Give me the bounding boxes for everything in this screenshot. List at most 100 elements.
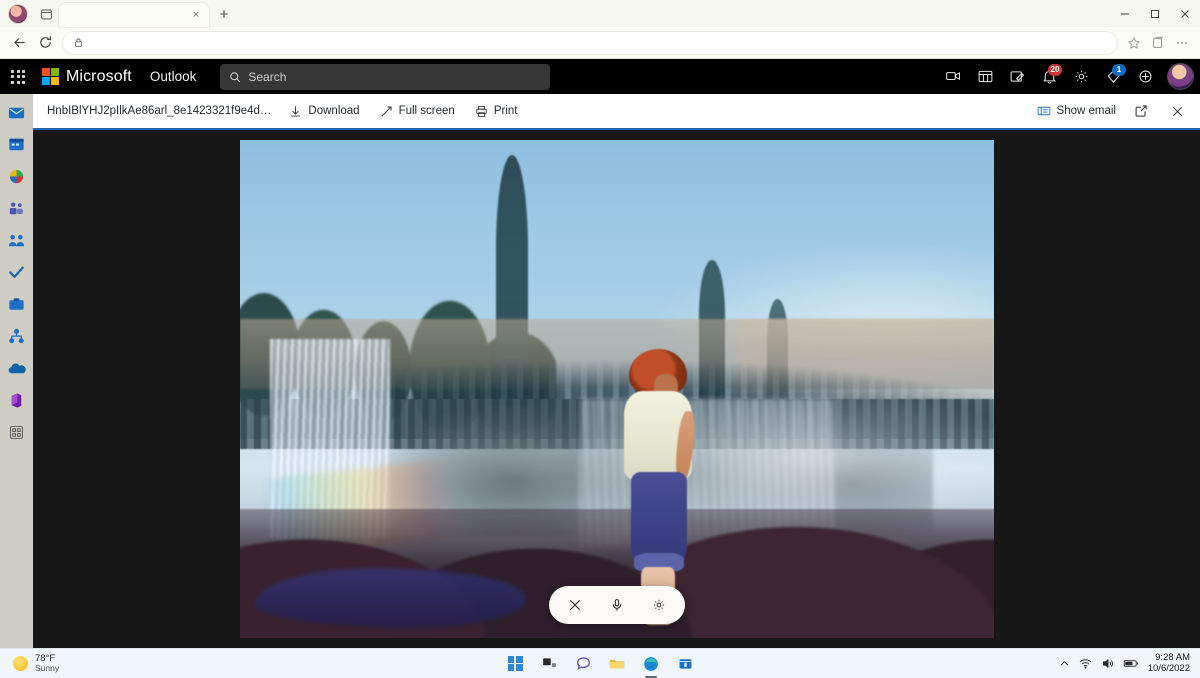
browser-profile-avatar[interactable] [8,4,28,24]
refresh-button[interactable] [32,30,58,56]
app-rail [0,94,33,648]
download-label: Download [308,105,360,117]
taskbar-system-tray: 9:28 AM 10/6/2022 [1059,652,1200,674]
collections-icon[interactable] [1146,30,1170,56]
close-button[interactable] [1170,0,1200,27]
browser-tab[interactable]: × [59,3,209,27]
download-button[interactable]: Download [289,105,360,118]
microphone-icon[interactable] [607,595,627,615]
attachment-photo[interactable] [239,140,994,638]
viewer-close-button[interactable] [1166,100,1188,122]
address-input[interactable] [62,30,1118,55]
browser-address-bar [0,27,1200,59]
sidebar-item-office[interactable] [6,389,28,411]
print-icon [475,105,488,118]
desktop: × + Microsoft Outlook Search 20 1 HnbIBl… [0,0,1200,678]
help-icon[interactable]: 1 [1098,62,1128,92]
app-name-outlook[interactable]: Outlook [150,69,197,84]
media-control-pill [548,586,685,624]
outlook-body: HnbIBlYHJ2pIlkAe86arl_8e1423321f9e4d… Do… [0,94,1200,648]
weather-text: 78°F Sunny [35,654,59,673]
windows-logo-icon [507,656,523,671]
taskbar-apps [505,654,695,678]
print-label: Print [493,105,518,117]
minimize-button[interactable] [1110,0,1140,27]
meet-now-icon[interactable] [938,62,968,92]
clock-date: 10/6/2022 [1147,662,1190,674]
download-icon [289,105,302,118]
notes-icon[interactable] [1002,62,1032,92]
chat-icon[interactable] [573,654,593,674]
taskbar-clock[interactable]: 9:28 AM 10/6/2022 [1147,652,1190,674]
tab-actions-icon[interactable] [35,4,57,24]
search-input[interactable]: Search [220,63,551,90]
outlook-suite-header: Microsoft Outlook Search 20 1 [0,59,1200,94]
fullscreen-icon [380,105,393,118]
fullscreen-button[interactable]: Full screen [380,105,455,118]
weather-condition: Sunny [35,663,60,674]
favorites-star-icon[interactable] [1122,30,1146,56]
sidebar-item-groups[interactable] [6,229,28,251]
task-view-icon[interactable] [539,654,559,674]
edge-icon[interactable] [641,654,661,678]
sidebar-item-visio[interactable] [6,325,28,347]
viewer-right-actions: Show email [1037,100,1188,122]
store-icon[interactable] [675,654,695,674]
notifications-bell-icon[interactable]: 20 [1034,62,1064,92]
show-email-button[interactable]: Show email [1037,104,1116,118]
microsoft-squares-icon [42,68,59,85]
search-placeholder: Search [248,69,287,84]
attachment-file-name: HnbIBlYHJ2pIlkAe86arl_8e1423321f9e4d… [47,105,272,117]
teams-calendar-icon[interactable] [970,62,1000,92]
address-bar-actions [1122,30,1194,56]
window-controls [1110,0,1200,27]
sidebar-item-teams[interactable] [6,197,28,219]
settings-gear-icon[interactable] [649,595,669,615]
photo-wrapper [239,140,994,638]
sidebar-item-more-apps[interactable] [6,421,28,443]
print-button[interactable]: Print [475,105,518,118]
new-tab-button[interactable]: + [213,3,235,25]
viewer-toolbar: HnbIBlYHJ2pIlkAe86arl_8e1423321f9e4d… Do… [33,94,1200,130]
wifi-icon[interactable] [1079,657,1092,670]
pop-out-icon[interactable] [1130,100,1152,122]
search-icon [229,71,241,83]
show-email-label: Show email [1056,105,1116,117]
clock-time: 9:28 AM [1155,652,1190,664]
sidebar-item-files[interactable] [6,293,28,315]
sidebar-item-mail[interactable] [6,101,28,123]
settings-gear-icon[interactable] [1066,62,1096,92]
volume-icon[interactable] [1101,657,1114,670]
settings-more-icon[interactable] [1170,30,1194,56]
back-button[interactable] [6,30,32,56]
water-pool [254,568,527,629]
browser-tab-strip: × + [0,0,1200,27]
attachment-viewer: HnbIBlYHJ2pIlkAe86arl_8e1423321f9e4d… Do… [33,94,1200,648]
taskbar-weather-widget[interactable]: 78°F Sunny [0,654,59,673]
tray-chevron-icon[interactable] [1059,658,1070,669]
notifications-badge: 20 [1048,63,1062,76]
sidebar-item-people[interactable] [6,165,28,187]
show-email-icon [1037,104,1051,118]
sidebar-item-onedrive[interactable] [6,357,28,379]
attachment-canvas [33,130,1200,648]
sidebar-item-to-do[interactable] [6,261,28,283]
help-badge: 1 [1112,63,1126,76]
pill-close-icon[interactable] [565,595,585,615]
browser-window: × + Microsoft Outlook Search 20 1 HnbIBl… [0,0,1200,648]
sidebar-item-calendar[interactable] [6,133,28,155]
feedback-icon[interactable] [1130,62,1160,92]
windows-taskbar: 78°F Sunny 9:28 AM 10/6/2022 [0,648,1200,678]
outlook-header-actions: 20 1 [938,62,1194,92]
battery-icon[interactable] [1123,657,1139,670]
account-avatar[interactable] [1167,63,1194,90]
tab-close-icon[interactable]: × [189,8,203,22]
fullscreen-label: Full screen [398,105,455,117]
app-launcher-waffle-icon[interactable] [4,63,32,91]
microsoft-logo[interactable]: Microsoft [42,68,132,86]
sun-icon [13,655,28,671]
microsoft-wordmark: Microsoft [66,67,132,85]
file-explorer-icon[interactable] [607,654,627,674]
maximize-button[interactable] [1140,0,1170,27]
start-button[interactable] [505,654,525,674]
